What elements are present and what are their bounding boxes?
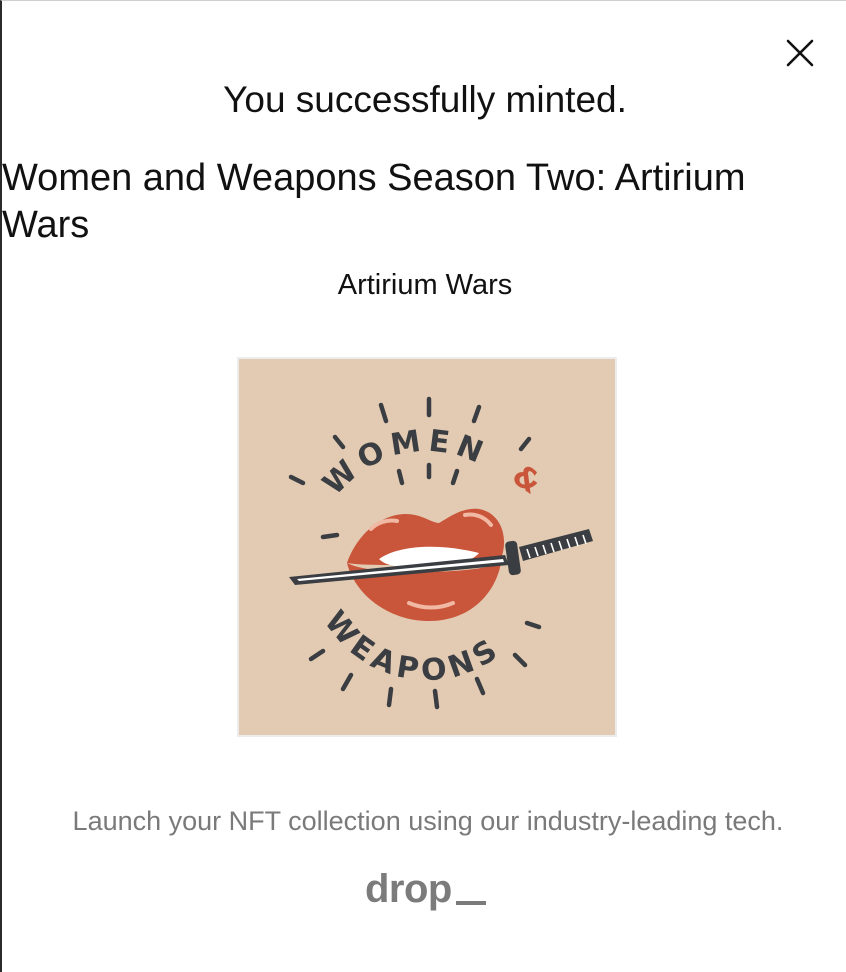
drop-logo-underscore — [455, 901, 486, 905]
drop-logo-text: drop — [365, 867, 452, 911]
women-and-weapons-artwork: WOMEN & WEAPONS — [288, 396, 593, 710]
token-name: Artirium Wars — [337, 269, 513, 301]
close-button[interactable] — [784, 37, 816, 69]
drop-logo-link[interactable]: drop — [365, 867, 486, 911]
modal-title: You successfully minted. — [223, 79, 627, 120]
close-icon[interactable] — [784, 37, 816, 69]
artwork-top-text: WOMEN — [316, 423, 493, 502]
mint-success-modal: You successfully minted. Women and Weapo… — [0, 0, 846, 972]
nft-image: WOMEN & WEAPONS — [237, 357, 617, 737]
artwork-ampersand: & — [506, 458, 548, 502]
collection-name: Women and Weapons Season Two: Artirium W… — [2, 157, 746, 246]
promo-text: Launch your NFT collection using our ind… — [72, 806, 784, 836]
